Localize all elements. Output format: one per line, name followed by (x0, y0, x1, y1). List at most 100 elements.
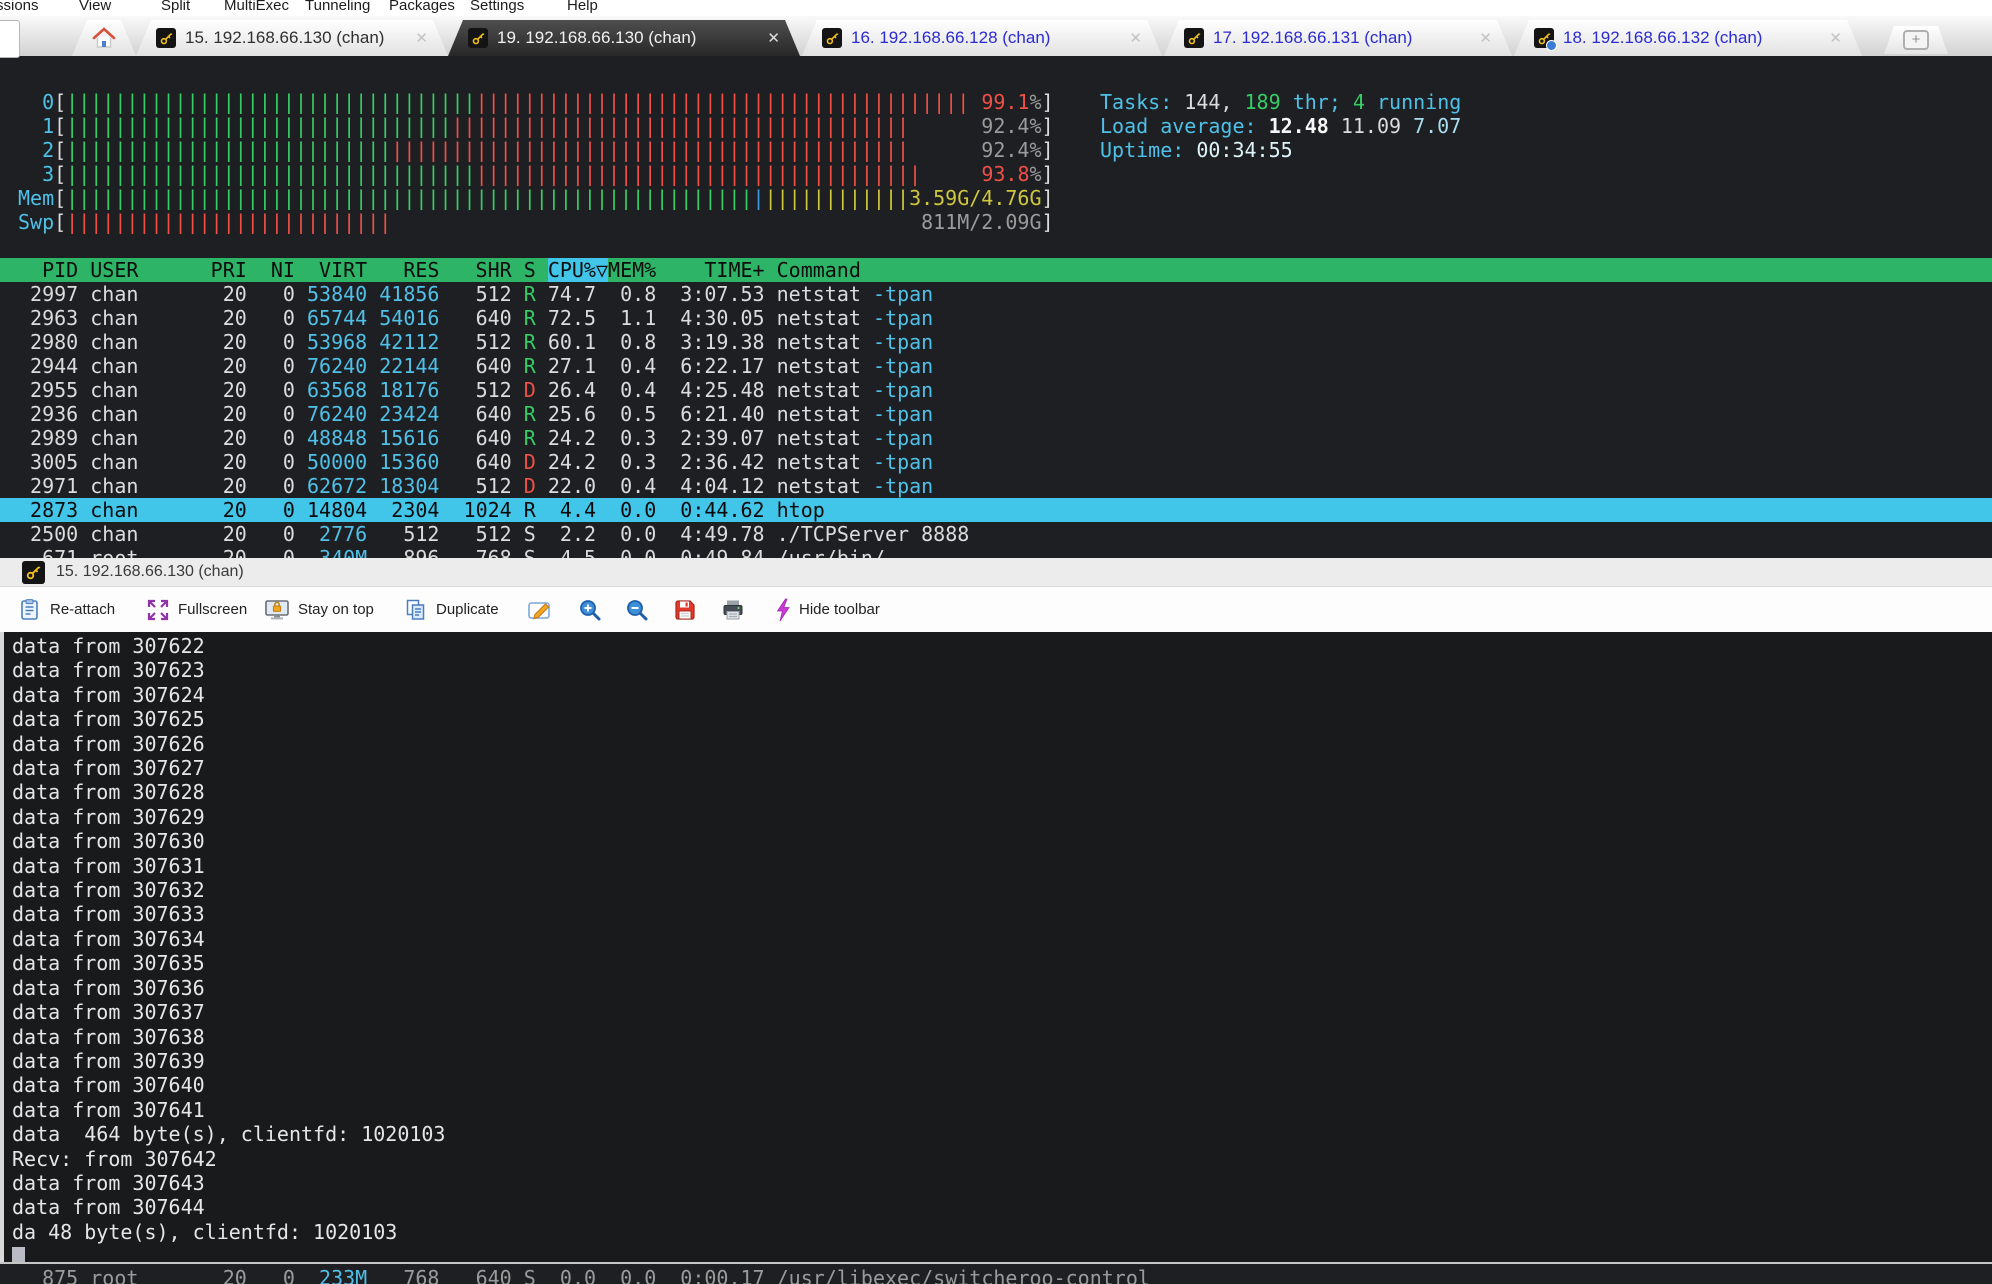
reattach-label: Re-attach (50, 601, 115, 618)
menu-view[interactable]: View (79, 0, 111, 14)
zoom-out-button[interactable] (625, 587, 649, 632)
tab-label: 15. 192.168.66.130 (chan) (185, 28, 384, 48)
menu-sessions[interactable]: ssions (0, 0, 39, 14)
tab-close-icon[interactable]: ✕ (767, 29, 780, 47)
process-row-671[interactable]: 671 root 20 0 340M 896 768 S 4.5 0.0 0:4… (0, 546, 1992, 558)
tab-label: 18. 192.168.66.132 (chan) (1563, 28, 1762, 48)
cpu-memory-meters: 0[||||||||||||||||||||||||||||||||||||||… (18, 90, 1054, 234)
tab-bar: 15. 192.168.66.130 (chan) ✕ 19. 192.168.… (0, 16, 1992, 56)
home-tab[interactable] (72, 20, 136, 56)
cpu0-meter: 0[||||||||||||||||||||||||||||||||||||||… (18, 90, 1054, 114)
detached-window-toolbar: Re-attach Fullscreen Stay on top Duplica… (0, 587, 1992, 632)
duplicate-button[interactable]: Duplicate (404, 587, 499, 632)
terminal-line: data from 307639 (12, 1049, 1992, 1073)
process-row-2963[interactable]: 2963 chan 20 0 65744 54016 640 R 72.5 1.… (0, 306, 1992, 330)
process-row-2997[interactable]: 2997 chan 20 0 53840 41856 512 R 74.7 0.… (0, 282, 1992, 306)
key-icon (1534, 28, 1554, 48)
terminal-line: data from 307640 (12, 1073, 1992, 1097)
zoom-out-icon (625, 598, 649, 622)
mobaxterm-window: ssions View Split MultiExec Tunneling Pa… (0, 0, 1992, 1284)
process-table-header[interactable]: PID USER PRI NI VIRT RES SHR S CPU%▽MEM%… (0, 258, 1992, 282)
terminal-line: data from 307644 (12, 1195, 1992, 1219)
tab-session-16[interactable]: 16. 192.168.66.128 (chan) ✕ (802, 20, 1162, 56)
terminal-line: data from 307622 (12, 634, 1992, 658)
key-icon (22, 561, 45, 584)
menu-help[interactable]: Help (567, 0, 598, 14)
plus-icon: + (1903, 30, 1929, 50)
terminal-line: data from 307643 (12, 1171, 1992, 1195)
detached-terminal-output[interactable]: data from 307622data from 307623data fro… (0, 632, 1992, 1262)
tab-close-icon[interactable]: ✕ (1129, 29, 1142, 47)
stay-on-top-button[interactable]: Stay on top (264, 587, 374, 632)
fullscreen-icon (146, 598, 170, 622)
detached-window-titlebar[interactable]: 15. 192.168.66.130 (chan) (0, 558, 1992, 587)
tab-close-icon[interactable]: ✕ (1479, 29, 1492, 47)
duplicate-label: Duplicate (436, 601, 499, 618)
zoom-in-button[interactable] (578, 587, 602, 632)
process-row-2936[interactable]: 2936 chan 20 0 76240 23424 640 R 25.6 0.… (0, 402, 1992, 426)
mem-meter: Mem[||||||||||||||||||||||||||||||||||||… (18, 186, 1054, 210)
hide-toolbar-button[interactable]: Hide toolbar (775, 587, 880, 632)
key-icon (468, 28, 488, 48)
process-row-3005[interactable]: 3005 chan 20 0 50000 15360 640 D 24.2 0.… (0, 450, 1992, 474)
load-line: Load average: 12.48 11.09 7.07 (1100, 114, 1461, 138)
terminal-line: data from 307636 (12, 976, 1992, 1000)
new-tab-button[interactable]: + (1884, 26, 1948, 54)
terminal-line: data from 307638 (12, 1025, 1992, 1049)
process-row-2944[interactable]: 2944 chan 20 0 76240 22144 640 R 27.1 0.… (0, 354, 1992, 378)
menu-packages[interactable]: Packages (389, 0, 455, 14)
activity-badge (1546, 40, 1557, 51)
cpu2-meter: 2[||||||||||||||||||||||||||||||||||||||… (18, 138, 1054, 162)
menu-bar: ssions View Split MultiExec Tunneling Pa… (0, 0, 1992, 16)
terminal-line: data 464 byte(s), clientfd: 1020103 (12, 1122, 1992, 1146)
terminal-line: data from 307630 (12, 829, 1992, 853)
save-button[interactable] (673, 587, 697, 632)
terminal-line: data from 307631 (12, 854, 1992, 878)
menu-settings[interactable]: Settings (470, 0, 524, 14)
terminal-line: data from 307627 (12, 756, 1992, 780)
terminal-line: da 48 byte(s), clientfd: 1020103 (12, 1220, 1992, 1244)
process-row-2989[interactable]: 2989 chan 20 0 48848 15616 640 R 24.2 0.… (0, 426, 1992, 450)
process-row-2873[interactable]: 2873 chan 20 0 14804 2304 1024 R 4.4 0.0… (0, 498, 1992, 522)
menu-split[interactable]: Split (161, 0, 190, 14)
tab-close-icon[interactable]: ✕ (415, 29, 428, 47)
process-row-2980[interactable]: 2980 chan 20 0 53968 42112 512 R 60.1 0.… (0, 330, 1992, 354)
print-button[interactable] (721, 587, 745, 632)
process-row-875[interactable]: 875 root 20 0 233M 768 640 S 0.0 0.0 0:0… (0, 1266, 1992, 1284)
process-row-2500[interactable]: 2500 chan 20 0 2776 512 512 S 2.2 0.0 4:… (0, 522, 1992, 546)
tab-session-15[interactable]: 15. 192.168.66.130 (chan) ✕ (136, 20, 448, 56)
tab-session-18[interactable]: 18. 192.168.66.132 (chan) ✕ (1514, 20, 1862, 56)
cpu1-meter: 1[||||||||||||||||||||||||||||||||||||||… (18, 114, 1054, 138)
stay-on-top-label: Stay on top (298, 601, 374, 618)
process-row-2971[interactable]: 2971 chan 20 0 62672 18304 512 D 22.0 0.… (0, 474, 1992, 498)
tab-session-17[interactable]: 17. 192.168.66.131 (chan) ✕ (1164, 20, 1512, 56)
tasks-line: Tasks: 144, 189 thr; 4 running (1100, 90, 1461, 114)
htop-bottom-row-strip: 875 root 20 0 233M 768 640 S 0.0 0.0 0:0… (0, 1264, 1992, 1284)
hide-toolbar-label: Hide toolbar (799, 601, 880, 618)
duplicate-icon (404, 598, 428, 622)
terminal-line: data from 307626 (12, 732, 1992, 756)
terminal-cursor (12, 1247, 25, 1262)
tab-close-icon[interactable]: ✕ (1829, 29, 1842, 47)
tab-session-19-active[interactable]: 19. 192.168.66.130 (chan) ✕ (448, 20, 800, 56)
tab-label: 16. 192.168.66.128 (chan) (851, 28, 1050, 48)
terminal-line: data from 307628 (12, 780, 1992, 804)
fullscreen-button[interactable]: Fullscreen (146, 587, 247, 632)
swp-meter: Swp[||||||||||||||||||||||||||| 811M/2.0… (18, 210, 1054, 234)
menu-tunneling[interactable]: Tunneling (305, 0, 370, 14)
terminal-line: data from 307632 (12, 878, 1992, 902)
terminal-line: data from 307629 (12, 805, 1992, 829)
process-row-2955[interactable]: 2955 chan 20 0 63568 18176 512 D 26.4 0.… (0, 378, 1992, 402)
menu-multiexec[interactable]: MultiExec (224, 0, 289, 14)
uptime-line: Uptime: 00:34:55 (1100, 138, 1461, 162)
reattach-button[interactable]: Re-attach (18, 587, 115, 632)
save-icon (673, 598, 697, 622)
partial-tab-stub (0, 20, 20, 58)
terminal-line: Recv: from 307642 (12, 1147, 1992, 1171)
edit-icon (527, 598, 553, 622)
detached-terminal-window: 15. 192.168.66.130 (chan) Re-attach Full… (0, 558, 1992, 1264)
terminal-line: data from 307624 (12, 683, 1992, 707)
edit-button[interactable] (527, 587, 553, 632)
reattach-icon (18, 598, 42, 622)
terminal-line: data from 307637 (12, 1000, 1992, 1024)
